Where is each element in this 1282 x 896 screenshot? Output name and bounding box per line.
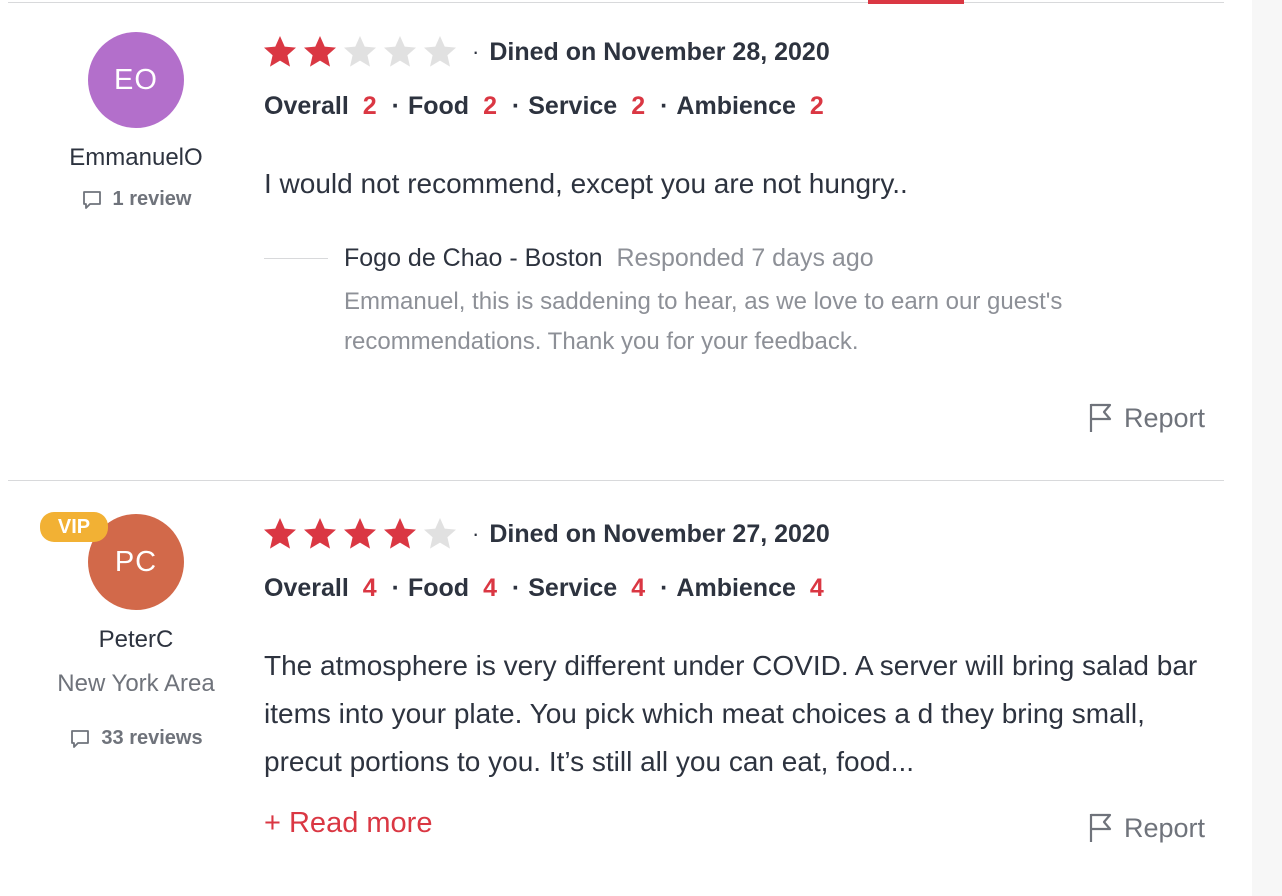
overall-label: Overall (264, 92, 349, 120)
food-label: Food (407, 574, 470, 602)
rating-line: · Dined on November 27, 2020 (262, 516, 830, 552)
food-value: 2 (483, 92, 497, 120)
dined-date: Dined on November 27, 2020 (489, 519, 830, 548)
review-card: PC VIP PeterC New York Area 33 reviews ·… (0, 481, 1252, 896)
response-text: Emmanuel, this is saddening to hear, as … (344, 288, 1063, 355)
ambience-label: Ambience (676, 574, 796, 602)
report-button[interactable]: Report (1088, 402, 1205, 434)
service-value: 2 (631, 92, 646, 120)
separator-dot: · (391, 574, 400, 602)
comment-icon (71, 729, 90, 748)
ambience-value: 4 (809, 574, 824, 602)
star-filled-icon (384, 518, 416, 549)
response-divider (264, 258, 328, 259)
review-count: 33 reviews (16, 727, 256, 750)
flag-icon (1089, 403, 1112, 432)
restaurant-name: Fogo de Chao - Boston (344, 244, 603, 272)
separator-dot: · (660, 574, 669, 602)
page-edge (1252, 0, 1282, 896)
comment-icon (82, 190, 101, 209)
separator-dot: · (472, 39, 480, 64)
star-filled-icon (304, 36, 336, 67)
service-label: Service (528, 92, 618, 120)
star-filled-icon (304, 518, 336, 549)
star-empty-icon (344, 36, 376, 67)
ambience-label: Ambience (676, 92, 796, 120)
overall-value: 2 (362, 92, 377, 120)
response-header: Fogo de Chao - Boston Responded 7 days ag… (344, 244, 874, 273)
reviewer-name[interactable]: EmmanuelO (36, 144, 236, 172)
star-rating (262, 516, 458, 552)
reviewer-name[interactable]: PeterC (36, 626, 236, 654)
star-filled-icon (264, 36, 296, 67)
ambience-value: 2 (809, 92, 824, 120)
separator-dot: · (391, 92, 400, 120)
vip-badge: VIP (40, 512, 108, 542)
service-value: 4 (631, 574, 646, 602)
review-text: I would not recommend, except you are no… (264, 168, 908, 199)
dined-date: Dined on November 28, 2020 (489, 37, 830, 66)
star-rating (262, 34, 458, 70)
report-label: Report (1124, 402, 1206, 433)
star-empty-icon (424, 518, 456, 549)
overall-value: 4 (362, 574, 377, 602)
star-filled-icon (344, 518, 376, 549)
star-filled-icon (264, 518, 296, 549)
read-more-link[interactable]: + Read more (264, 807, 432, 840)
avatar[interactable]: EO (88, 32, 184, 128)
category-ratings: Overall 2 · Food 2 · Service 2 · Ambience 2 (264, 92, 824, 121)
category-ratings: Overall 4 · Food 4 · Service 4 · Ambience 4 (264, 574, 824, 603)
response-time: Responded 7 days ago (616, 244, 874, 272)
food-value: 4 (483, 574, 497, 602)
service-label: Service (528, 574, 618, 602)
separator-dot: · (511, 92, 521, 120)
review-count-label: 33 reviews (101, 727, 203, 749)
review-count-label: 1 review (112, 188, 192, 210)
food-label: Food (407, 92, 470, 120)
report-button[interactable]: Report (1088, 812, 1205, 844)
flag-icon (1089, 813, 1112, 842)
star-empty-icon (424, 36, 456, 67)
separator-dot: · (472, 521, 480, 546)
separator-dot: · (511, 574, 521, 602)
review-card: EO EmmanuelO 1 review · Dined on Novembe… (0, 0, 1252, 480)
star-empty-icon (384, 36, 416, 67)
reviewer-location: New York Area (57, 670, 215, 697)
review-count: 1 review (16, 188, 256, 211)
review-text: The atmosphere is very different under C… (264, 650, 1198, 777)
rating-line: · Dined on November 28, 2020 (262, 34, 830, 70)
report-label: Report (1124, 812, 1206, 843)
separator-dot: · (660, 92, 669, 120)
overall-label: Overall (264, 574, 349, 602)
